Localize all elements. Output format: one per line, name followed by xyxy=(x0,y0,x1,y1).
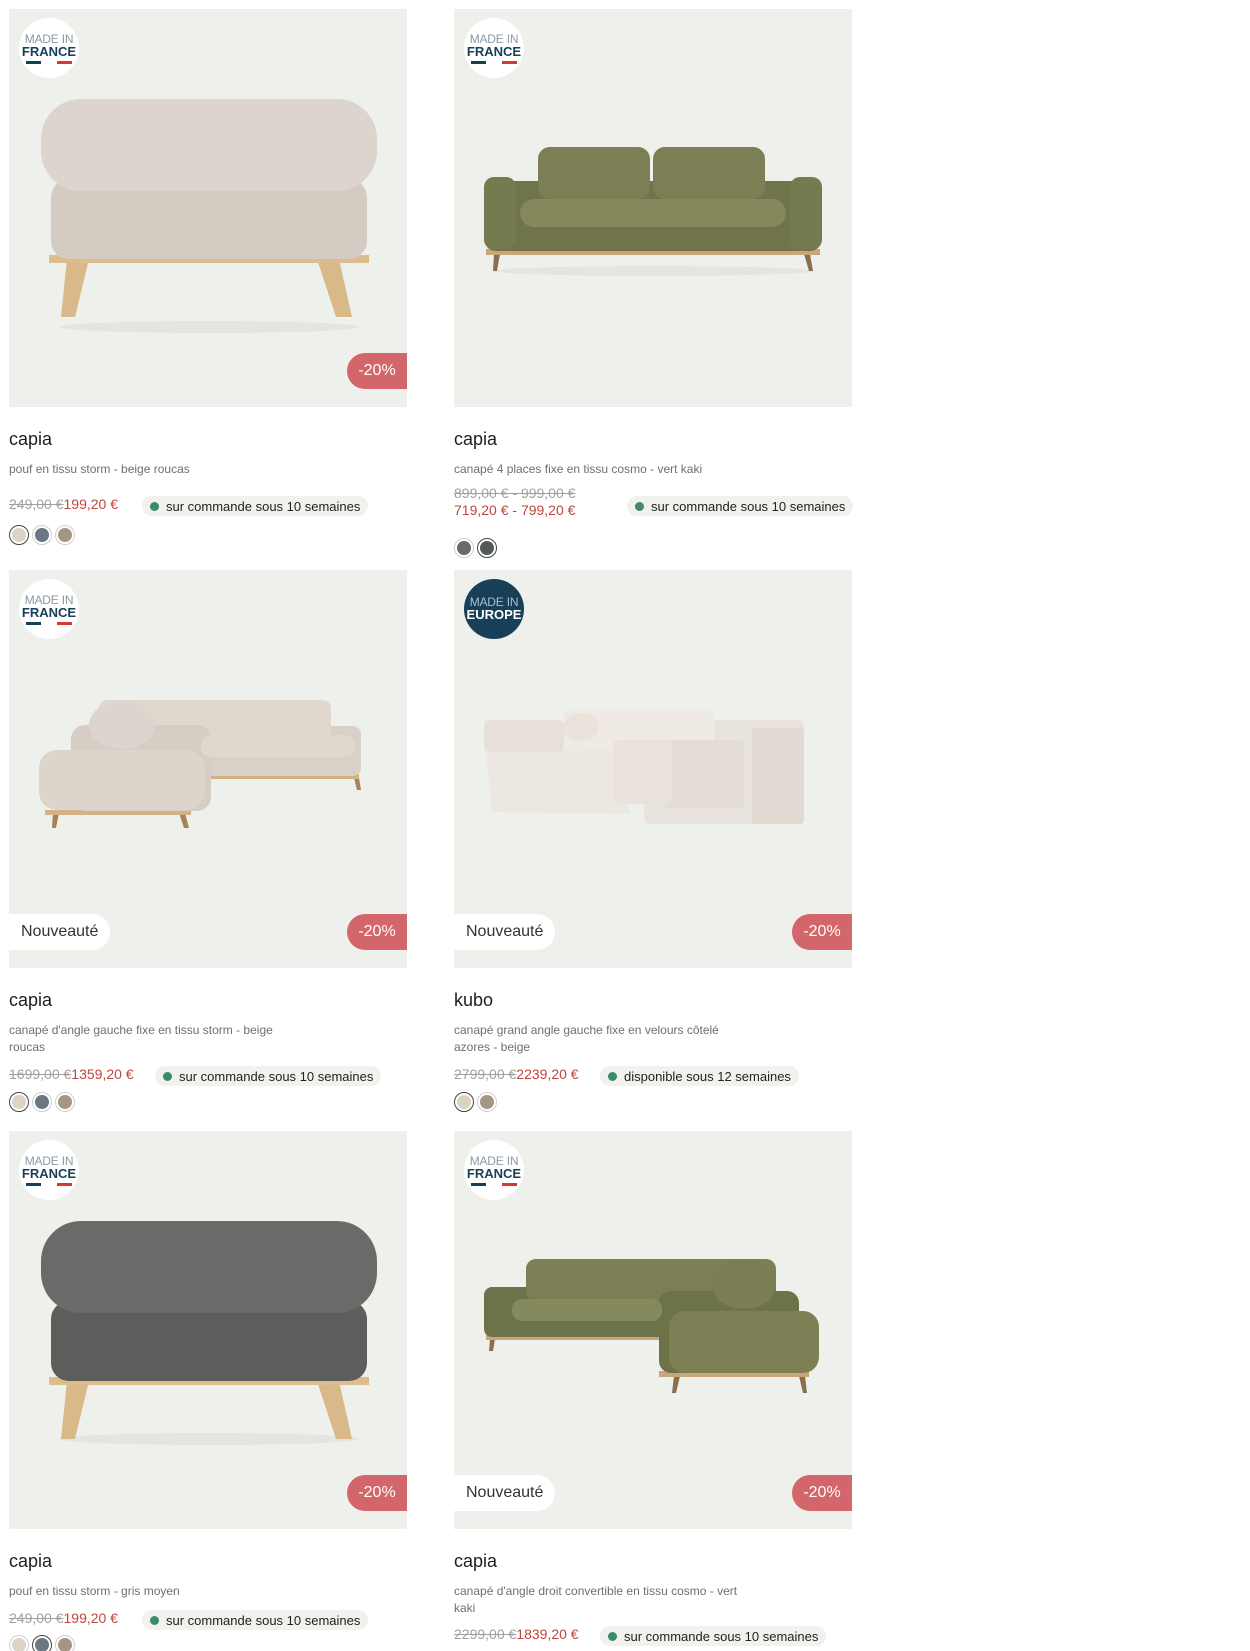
color-swatches xyxy=(9,1092,78,1112)
sale-price: 719,20 € - 799,20 € xyxy=(454,502,576,518)
color-swatch[interactable] xyxy=(55,1635,75,1651)
discount-badge: -20% xyxy=(347,914,407,950)
made-in-badge: MADE IN FRANCE xyxy=(464,1140,524,1200)
product-card[interactable]: MADE IN FRANCE Nouveauté -20% capia cana… xyxy=(9,570,407,1112)
product-photo[interactable]: MADE IN EUROPE Nouveauté -20% xyxy=(454,570,852,968)
product-photo[interactable]: MADE IN FRANCE Nouveauté -20% xyxy=(454,1131,852,1529)
availability-badge: sur commande sous 10 semaines xyxy=(600,1626,827,1646)
availability-badge: sur commande sous 10 semaines xyxy=(142,1610,369,1630)
product-photo[interactable]: MADE IN FRANCE -20% xyxy=(9,9,407,407)
product-name[interactable]: capia xyxy=(9,990,52,1011)
new-badge: Nouveauté xyxy=(454,914,556,950)
status-dot-icon xyxy=(608,1631,617,1641)
status-dot-icon xyxy=(150,1615,159,1625)
product-card[interactable]: MADE IN FRANCE Nouveauté -20% capia cana… xyxy=(454,1131,852,1646)
product-description: canapé d'angle gauche fixe en tissu stor… xyxy=(9,1023,273,1054)
color-swatch[interactable] xyxy=(55,525,75,545)
product-name[interactable]: kubo xyxy=(454,990,493,1011)
availability-text: sur commande sous 10 semaines xyxy=(651,498,846,514)
made-in-badge: MADE IN FRANCE xyxy=(19,579,79,639)
product-photo[interactable]: MADE IN FRANCE Nouveauté -20% xyxy=(9,570,407,968)
availability-text: sur commande sous 10 semaines xyxy=(166,1612,361,1628)
color-swatch[interactable] xyxy=(477,1092,497,1112)
availability-text: sur commande sous 10 semaines xyxy=(179,1068,374,1084)
flag-icon xyxy=(471,1182,517,1186)
sale-price: 199,20 € xyxy=(63,496,119,512)
product-description: canapé d'angle droit convertible en tiss… xyxy=(454,1584,738,1615)
made-in-badge: MADE IN FRANCE xyxy=(464,18,524,78)
color-swatch[interactable] xyxy=(32,1635,52,1651)
flag-icon xyxy=(26,621,72,625)
color-swatch[interactable] xyxy=(55,1092,75,1112)
price-range: 899,00 € - 999,00 € 719,20 € - 799,20 € xyxy=(454,485,575,519)
color-swatch[interactable] xyxy=(9,1092,29,1112)
color-swatch[interactable] xyxy=(32,1092,52,1112)
sale-price: 199,20 € xyxy=(63,1610,119,1626)
discount-badge: -20% xyxy=(347,1475,407,1511)
flag-icon xyxy=(26,1182,72,1186)
color-swatches xyxy=(454,1092,500,1112)
color-swatch[interactable] xyxy=(32,525,52,545)
product-card[interactable]: MADE IN FRANCE -20% capia pouf en tissu … xyxy=(9,9,407,545)
price-row: 1699,00 € 1359,20 € xyxy=(9,1066,134,1082)
price-row: 249,00 € 199,20 € xyxy=(9,496,118,512)
status-dot-icon xyxy=(635,501,644,511)
color-swatch[interactable] xyxy=(9,1635,29,1651)
price-row: 249,00 € 199,20 € xyxy=(9,1610,118,1626)
color-swatches xyxy=(454,538,500,558)
product-description: pouf en tissu storm - gris moyen xyxy=(9,1584,180,1598)
availability-badge: sur commande sous 10 semaines xyxy=(627,496,854,516)
color-swatches xyxy=(9,525,78,545)
old-price: 249,00 € xyxy=(9,1610,64,1626)
product-description: pouf en tissu storm - beige roucas xyxy=(9,462,190,476)
availability-badge: disponible sous 12 semaines xyxy=(600,1066,799,1086)
old-price: 2799,00 € xyxy=(454,1066,517,1082)
color-swatch[interactable] xyxy=(477,538,497,558)
old-price: 2299,00 € xyxy=(454,1626,517,1642)
product-description: canapé 4 places fixe en tissu cosmo - ve… xyxy=(454,462,703,476)
price-row: 2799,00 € 2239,20 € xyxy=(454,1066,579,1082)
product-name[interactable]: capia xyxy=(9,1551,52,1572)
availability-text: sur commande sous 10 semaines xyxy=(624,1628,819,1644)
made-in-badge: MADE IN FRANCE xyxy=(19,1140,79,1200)
status-dot-icon xyxy=(150,501,159,511)
availability-text: sur commande sous 10 semaines xyxy=(166,498,361,514)
discount-badge: -20% xyxy=(347,353,407,389)
color-swatch[interactable] xyxy=(454,538,474,558)
availability-badge: sur commande sous 10 semaines xyxy=(142,496,369,516)
discount-badge: -20% xyxy=(792,1475,852,1511)
flag-icon xyxy=(471,60,517,64)
color-swatch[interactable] xyxy=(9,525,29,545)
product-photo[interactable]: MADE IN FRANCE xyxy=(454,9,852,407)
status-dot-icon xyxy=(163,1071,172,1081)
product-card[interactable]: MADE IN EUROPE Nouveauté -20% kubo canap… xyxy=(454,570,852,1112)
made-in-badge: MADE IN EUROPE xyxy=(464,579,524,639)
product-photo[interactable]: MADE IN FRANCE -20% xyxy=(9,1131,407,1529)
old-price: 1699,00 € xyxy=(9,1066,72,1082)
price-row: 2299,00 € 1839,20 € xyxy=(454,1626,579,1642)
product-name[interactable]: capia xyxy=(9,429,52,450)
discount-badge: -20% xyxy=(792,914,852,950)
sale-price: 1839,20 € xyxy=(516,1626,579,1642)
old-price: 249,00 € xyxy=(9,496,64,512)
product-card[interactable]: MADE IN FRANCE capia canapé 4 places fix… xyxy=(454,9,854,558)
new-badge: Nouveauté xyxy=(454,1475,556,1511)
availability-badge: sur commande sous 10 semaines xyxy=(155,1066,382,1086)
sale-price: 1359,20 € xyxy=(71,1066,134,1082)
product-card[interactable]: MADE IN FRANCE -20% capia pouf en tissu … xyxy=(9,1131,407,1651)
color-swatch[interactable] xyxy=(454,1092,474,1112)
made-in-badge: MADE IN FRANCE xyxy=(19,18,79,78)
flag-icon xyxy=(26,60,72,64)
old-price: 899,00 € - 999,00 € xyxy=(454,485,576,501)
color-swatches xyxy=(9,1635,78,1651)
status-dot-icon xyxy=(608,1071,617,1081)
new-badge: Nouveauté xyxy=(9,914,111,950)
product-name[interactable]: capia xyxy=(454,1551,497,1572)
product-description: canapé grand angle gauche fixe en velour… xyxy=(454,1023,719,1054)
availability-text: disponible sous 12 semaines xyxy=(624,1068,791,1084)
sale-price: 2239,20 € xyxy=(516,1066,579,1082)
product-name[interactable]: capia xyxy=(454,429,497,450)
